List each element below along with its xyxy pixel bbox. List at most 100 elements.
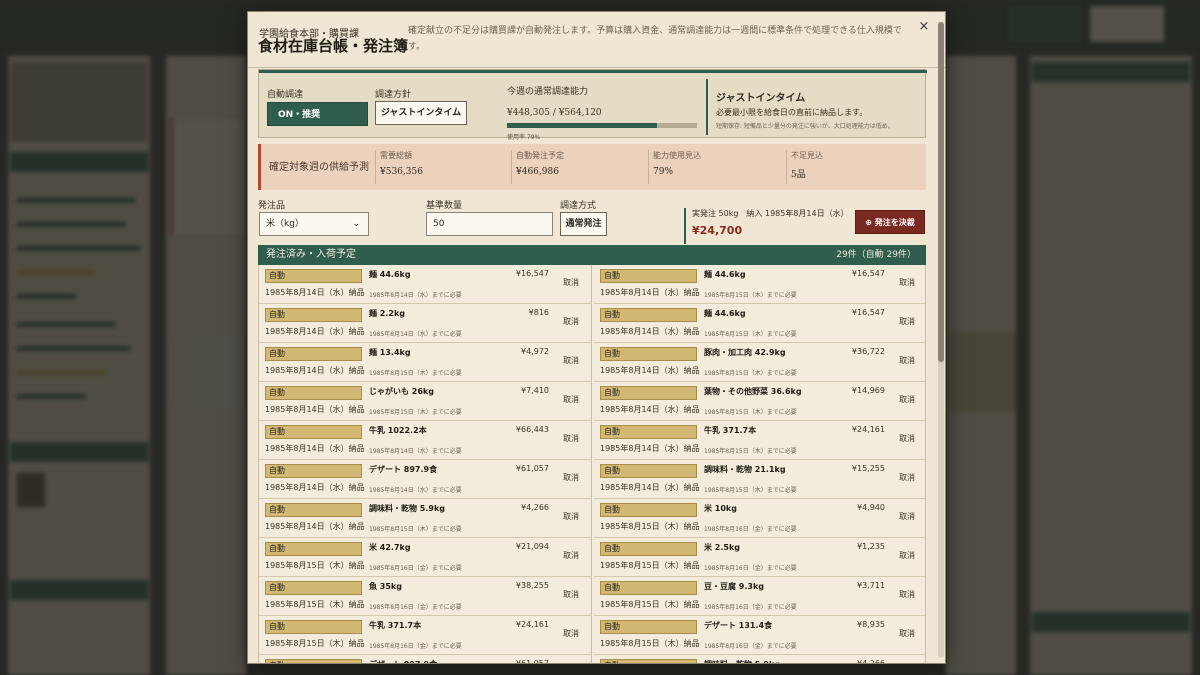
policy-description-title: ジャストインタイム: [716, 93, 806, 104]
order-price: ¥4,266: [521, 503, 549, 512]
auto-badge: 自動: [265, 503, 362, 517]
order-price: ¥16,547: [851, 269, 885, 278]
auto-badge: 自動: [265, 542, 362, 556]
scrollbar[interactable]: [938, 22, 944, 657]
auto-badge: 自動: [600, 620, 697, 634]
order-row: 自動 牛乳 1022.2本 ¥66,443 1985年8月14日（水）納品 1985年8…: [259, 421, 592, 460]
auto-procure-toggle[interactable]: ON・推奨: [267, 102, 368, 126]
policy-select-button[interactable]: ジャストインタイム: [375, 101, 467, 125]
order-item: デザート 131.4食: [704, 621, 773, 630]
order-price: ¥61,057: [515, 464, 549, 473]
order-item: 米 10kg: [704, 504, 737, 513]
orders-count: 29件（自動 29件）: [836, 250, 916, 260]
delivery-date: 1985年8月15日（木）納品: [600, 522, 700, 531]
forecast-auto-order: 自動発注予定 ¥466,986: [511, 150, 646, 184]
order-price: ¥24,161: [851, 425, 885, 434]
forecast-value: 79%: [653, 167, 674, 177]
order-item: 調味料・乾物 21.1kg: [704, 465, 786, 474]
order-price: ¥66,443: [515, 425, 549, 434]
cancel-order-button[interactable]: 取消: [899, 355, 915, 366]
auto-badge: 自動: [265, 347, 362, 361]
order-item: 麺 13.4kg: [369, 348, 411, 357]
order-row: 自動米 42.7kg ¥21,094 1985年8月15日（木）納品 1985年8月1…: [259, 538, 592, 577]
cancel-order-button[interactable]: 取消: [563, 433, 579, 444]
cancel-order-button[interactable]: 取消: [563, 472, 579, 483]
cancel-order-button[interactable]: 取消: [899, 589, 915, 600]
required-by: 1985年8月16日（金）までに必要: [369, 643, 462, 650]
auto-badge: 自動: [600, 581, 697, 595]
delivery-date: 1985年8月14日（水）納品: [600, 327, 700, 336]
cancel-order-button[interactable]: 取消: [563, 394, 579, 405]
auto-badge: 自動: [265, 464, 362, 478]
cancel-order-button[interactable]: 取消: [899, 277, 915, 288]
cancel-order-button[interactable]: 取消: [899, 394, 915, 405]
order-form: 発注品 米（kg） ⌄ 基準数量 50 調達方式 通常発注 実発注 50kg 納入…: [258, 198, 926, 248]
cancel-order-button[interactable]: 取消: [563, 355, 579, 366]
capacity-progress-fill: [507, 123, 658, 128]
order-item: 米 2.5kg: [704, 543, 741, 552]
auto-badge: 自動: [265, 425, 362, 439]
forecast-label: 自動発注予定: [516, 151, 564, 160]
order-row: 自動米 10kg ¥4,940 1985年8月15日（木）納品 1985年8月16日（…: [594, 499, 925, 538]
required-by: 1985年8月14日（水）までに必要: [369, 331, 462, 338]
delivery-date: 1985年8月14日（水）納品: [265, 522, 365, 531]
order-item: 豆・豆腐 9.3kg: [704, 582, 765, 591]
order-row: 自動 調味料・乾物 21.1kg ¥15,255 1985年8月14日（水）納品 198…: [594, 460, 925, 499]
scrollbar-thumb[interactable]: [938, 22, 944, 362]
forecast-value: 5品: [791, 170, 806, 180]
order-row: 自動麺 44.6kg ¥16,547 1985年8月14日（水）納品 1985年8月1…: [594, 265, 925, 304]
orders-list[interactable]: 自動麺 44.6kg ¥16,547 1985年8月14日（水）納品 1985年8月1…: [258, 265, 926, 663]
required-by: 1985年8月16日（金）までに必要: [369, 604, 462, 611]
order-item: 豚肉・加工肉 42.9kg: [704, 348, 786, 357]
inventory-order-modal: 学園給食本部・購買課 食材在庫台帳・発注簿 確定献立の不足分は購買課が自動発注し…: [247, 11, 946, 664]
required-by: 1985年8月15日（木）までに必要: [369, 526, 462, 533]
auto-badge: 自動: [600, 503, 697, 517]
cancel-order-button[interactable]: 取消: [563, 316, 579, 327]
order-price: ¥21,094: [515, 542, 549, 551]
close-icon[interactable]: ×: [915, 18, 933, 36]
delivery-date: 1985年8月15日（木）納品: [265, 600, 365, 609]
cancel-order-button[interactable]: 取消: [899, 472, 915, 483]
auto-badge: 自動: [600, 425, 697, 439]
approve-order-button[interactable]: ⊕ 発注を決裁: [855, 210, 925, 234]
order-price: ¥3,711: [857, 581, 885, 590]
required-by: 1985年8月16日（金）までに必要: [704, 604, 797, 611]
order-row: 自動 牛乳 371.7本 ¥24,161 1985年8月14日（水）納品 1985年8月…: [594, 421, 925, 460]
required-by: 1985年8月15日（木）までに必要: [369, 370, 462, 377]
cancel-order-button[interactable]: 取消: [899, 316, 915, 327]
cancel-order-button[interactable]: 取消: [563, 550, 579, 561]
method-button[interactable]: 通常発注: [560, 212, 607, 236]
order-item: 米 42.7kg: [369, 543, 411, 552]
order-row: 自動 デザート 131.4食 ¥8,935 1985年8月15日（木）納品 1985年8…: [594, 616, 925, 655]
forecast-capacity: 能力使用見込 79%: [648, 150, 783, 184]
cancel-order-button[interactable]: 取消: [899, 433, 915, 444]
item-select[interactable]: 米（kg） ⌄: [259, 212, 369, 236]
auto-badge: 自動: [600, 542, 697, 556]
required-by: 1985年8月15日（木）までに必要: [704, 409, 797, 416]
order-price: ¥38,255: [515, 581, 549, 590]
cancel-order-button[interactable]: 取消: [899, 550, 915, 561]
capacity-progress-bar: [507, 123, 697, 128]
order-row: 自動魚 35kg ¥38,255 1985年8月15日（木）納品 1985年8月16日…: [259, 577, 592, 616]
cancel-order-button[interactable]: 取消: [563, 589, 579, 600]
delivery-date: 1985年8月14日（水）納品: [265, 483, 365, 492]
order-item: 麺 2.2kg: [369, 309, 406, 318]
cancel-order-button[interactable]: 取消: [563, 628, 579, 639]
auto-badge: 自動: [600, 308, 697, 322]
modal-note: 確定献立の不足分は購買課が自動発注します。予算は購入資金、通常調達能力は一週間に…: [408, 26, 902, 52]
order-row: 自動デザート 897.9食¥61,0571985年8月15日（木）納品1985年…: [259, 655, 592, 663]
auto-procure-label: 自動調達: [267, 90, 304, 100]
item-label: 発注品: [258, 201, 286, 211]
order-row: 自動麺 13.4kg ¥4,972 1985年8月14日（水）納品 1985年8月15…: [259, 343, 592, 382]
order-price: ¥24,161: [515, 620, 549, 629]
order-row: 自動米 2.5kg ¥1,235 1985年8月15日（木）納品 1985年8月16日…: [594, 538, 925, 577]
cancel-order-button[interactable]: 取消: [563, 511, 579, 522]
cancel-order-button[interactable]: 取消: [899, 628, 915, 639]
capacity-usage-text: 使用率 79%: [507, 134, 541, 141]
item-select-value: 米（kg）: [266, 219, 304, 229]
quantity-input[interactable]: 50: [426, 212, 553, 236]
order-summary: 実発注 50kg 納入 1985年8月14日（水） ¥24,700: [684, 208, 854, 244]
cancel-order-button[interactable]: 取消: [563, 277, 579, 288]
approve-icon: ⊕: [865, 218, 875, 227]
cancel-order-button[interactable]: 取消: [899, 511, 915, 522]
